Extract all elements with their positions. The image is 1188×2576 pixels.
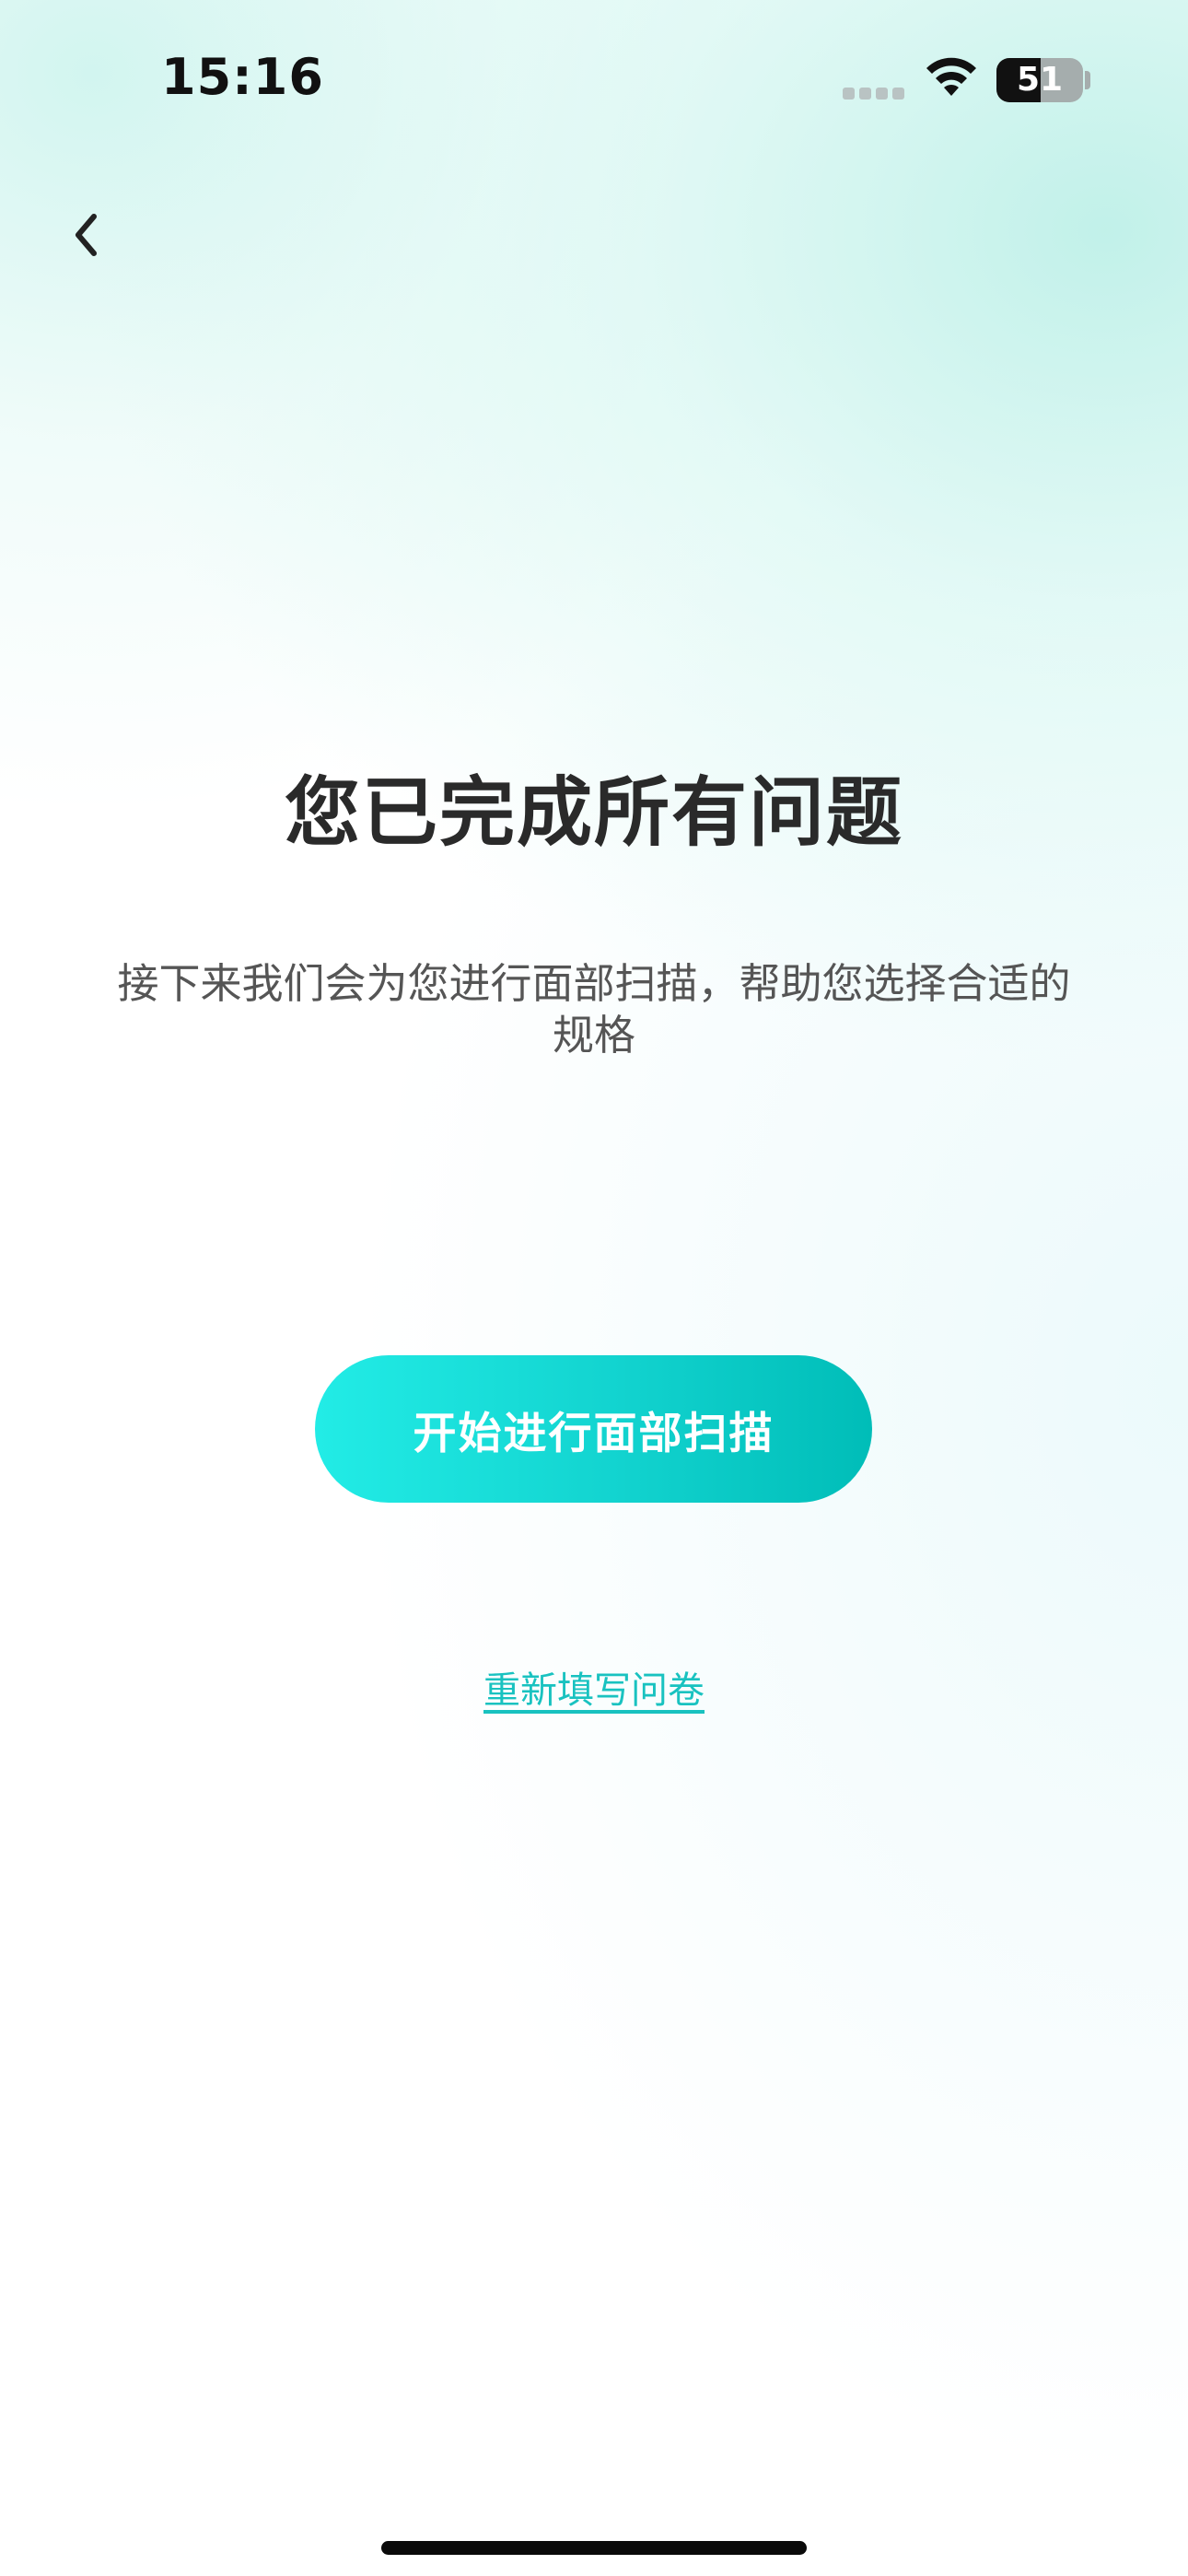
redo-questionnaire-link[interactable]: 重新填写问卷 <box>0 1660 1188 1714</box>
page-subtitle: 接下来我们会为您进行面部扫描，帮助您选择合适的规格 <box>117 959 1071 1060</box>
page-background <box>0 0 1188 2576</box>
start-face-scan-button[interactable]: 开始进行面部扫描 <box>315 1355 872 1503</box>
page-title: 您已完成所有问题 <box>284 769 903 857</box>
wifi-icon <box>926 57 976 96</box>
status-bar: 15:16 51 <box>0 0 1188 157</box>
status-time: 15:16 <box>161 48 324 106</box>
battery-cap <box>1085 71 1090 89</box>
home-indicator <box>381 2541 807 2555</box>
battery-level: 51 <box>1016 61 1064 99</box>
chevron-left-icon <box>76 214 97 256</box>
signal-icon <box>843 88 905 100</box>
battery-icon: 51 <box>996 58 1083 102</box>
back-button[interactable] <box>55 203 120 267</box>
